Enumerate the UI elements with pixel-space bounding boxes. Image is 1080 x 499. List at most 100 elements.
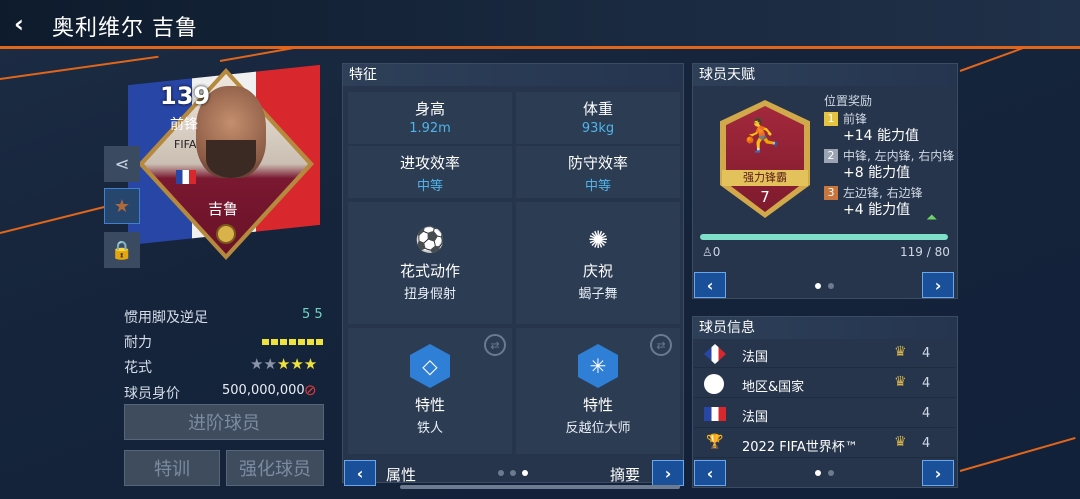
info-row[interactable]: 🏆 2022 FIFA世界杯™ ♛ 4 — [694, 430, 956, 458]
trait1-label: 特性 — [414, 396, 445, 414]
diamond-icon: ◇ — [410, 344, 450, 388]
stamina-bar — [262, 339, 324, 345]
info-prev-button[interactable]: ‹ — [694, 460, 726, 486]
swap-icon[interactable]: ⇄ — [484, 334, 506, 356]
info-row-text: 地区&国家 — [742, 380, 805, 395]
foot-value: 5 5 — [302, 307, 323, 322]
scrollbar[interactable] — [400, 485, 680, 489]
trophy-icon: ♙ — [702, 245, 713, 259]
share-button[interactable]: ⋖ — [104, 146, 140, 182]
talent-progress-bar — [700, 234, 948, 240]
page-dot-active — [522, 470, 528, 476]
info-page-dot-active — [815, 470, 821, 476]
no-trade-icon: ⊘ — [304, 381, 317, 399]
skill-stars: ★★★★★ — [250, 355, 318, 373]
card-rating: 139 — [160, 82, 211, 110]
value-label: 球员身价 — [124, 386, 180, 402]
card-position: 前锋 — [170, 117, 198, 133]
bonus-num-2: 2 — [824, 149, 838, 163]
back-icon[interactable]: ‹ — [14, 10, 24, 38]
crown-icon: ♛ — [894, 344, 907, 360]
crown-icon: ♛ — [894, 374, 907, 390]
prev-page-button[interactable]: ‹ — [344, 460, 376, 486]
defense-label: 防守效率 — [567, 154, 628, 172]
trait1-value: 铁人 — [416, 421, 443, 436]
share-icon: ⋖ — [114, 153, 130, 175]
height-label: 身高 — [414, 100, 445, 118]
skill-label: 花式 — [124, 360, 152, 376]
swap-icon[interactable]: ⇄ — [650, 334, 672, 356]
summary-link[interactable]: 摘要 — [610, 464, 640, 485]
world-cup-logo: FIFA — [174, 138, 197, 151]
value-amount: 500,000,000 — [222, 383, 305, 398]
header-accent-line — [0, 46, 1080, 49]
talent-progress-fill — [700, 234, 948, 240]
lock-icon: 🔒 — [110, 239, 134, 261]
attack-label: 进攻效率 — [399, 154, 460, 172]
chevron-left-icon: ‹ — [706, 463, 714, 483]
info-row-level: 4 — [922, 406, 931, 421]
attack-value: 中等 — [416, 179, 443, 194]
height-cell: 身高 1.92m — [348, 92, 512, 144]
favorite-button[interactable]: ★ — [104, 188, 140, 224]
player-portrait-beard — [206, 140, 256, 178]
info-row-level: 4 — [922, 436, 931, 451]
trait2-label: 特性 — [582, 396, 613, 414]
celebration-cell[interactable]: ✺ 庆祝 蝎子舞 — [516, 202, 680, 324]
france-flag-icon — [704, 407, 726, 421]
kicker-icon: ⛹ — [742, 116, 782, 154]
skill-move-icon: ⚽ — [415, 226, 445, 254]
badge-level: 7 — [760, 188, 770, 206]
celebration-label: 庆祝 — [582, 262, 613, 280]
web-icon: ✳ — [578, 344, 618, 388]
advance-player-button[interactable]: 进阶球员 — [124, 404, 324, 440]
progress-left: ♙0 — [702, 245, 720, 259]
talent-panel-title: 球员天赋 — [693, 64, 957, 86]
trait2-value: 反越位大师 — [565, 421, 631, 436]
info-row-level: 4 — [922, 346, 931, 361]
bonus-val-3: +4 能力值 — [843, 202, 911, 218]
page-dot — [510, 470, 516, 476]
talent-page-dot — [828, 283, 834, 289]
train-button[interactable]: 特训 — [124, 450, 220, 486]
chevron-right-icon: › — [934, 275, 942, 295]
chevron-left-icon: ‹ — [356, 463, 364, 483]
height-value: 1.92m — [409, 121, 451, 136]
star-icon: ★ — [113, 195, 131, 217]
weight-label: 体重 — [582, 100, 613, 118]
info-row-text: 法国 — [742, 410, 769, 425]
weight-cell: 体重 93kg — [516, 92, 680, 144]
skill-move-label: 花式动作 — [399, 262, 460, 280]
chevron-right-icon: › — [934, 463, 942, 483]
progress-left-value: 0 — [712, 245, 721, 259]
info-row[interactable]: 法国 ♛ 4 — [694, 340, 956, 368]
attributes-link[interactable]: 属性 — [386, 464, 416, 485]
talent-next-button[interactable]: › — [922, 272, 954, 298]
info-row-text: 法国 — [742, 350, 769, 365]
bonus-title: 位置奖励 — [824, 94, 873, 108]
bonus-num-1: 1 — [824, 112, 838, 126]
skill-move-value: 扭身假射 — [403, 287, 456, 302]
enhance-player-button[interactable]: 强化球员 — [226, 450, 324, 486]
talent-page-dot-active — [815, 283, 821, 289]
talent-prev-button[interactable]: ‹ — [694, 272, 726, 298]
defense-value: 中等 — [584, 179, 611, 194]
skill-move-cell[interactable]: ⚽ 花式动作 扭身假射 — [348, 202, 512, 324]
info-row-text: 2022 FIFA世界杯™ — [742, 440, 858, 455]
lock-button[interactable]: 🔒 — [104, 232, 140, 268]
france-flag-icon — [176, 170, 196, 184]
crown-icon: ♛ — [894, 434, 907, 450]
info-next-button[interactable]: › — [922, 460, 954, 486]
ball-icon — [216, 224, 236, 244]
info-row[interactable]: 地区&国家 ♛ 4 — [694, 370, 956, 398]
soccer-ball-icon — [704, 374, 724, 394]
card-name: 吉鲁 — [208, 200, 239, 218]
badge-label: 强力锋霸 — [722, 170, 808, 186]
info-row[interactable]: 法国 4 — [694, 400, 956, 428]
bonus-num-3: 3 — [824, 186, 838, 200]
chevron-right-icon: › — [664, 463, 672, 483]
defense-cell: 防守效率 中等 — [516, 146, 680, 198]
page-dot — [498, 470, 504, 476]
next-page-button[interactable]: › — [652, 460, 684, 486]
fireworks-icon: ✺ — [587, 226, 609, 254]
